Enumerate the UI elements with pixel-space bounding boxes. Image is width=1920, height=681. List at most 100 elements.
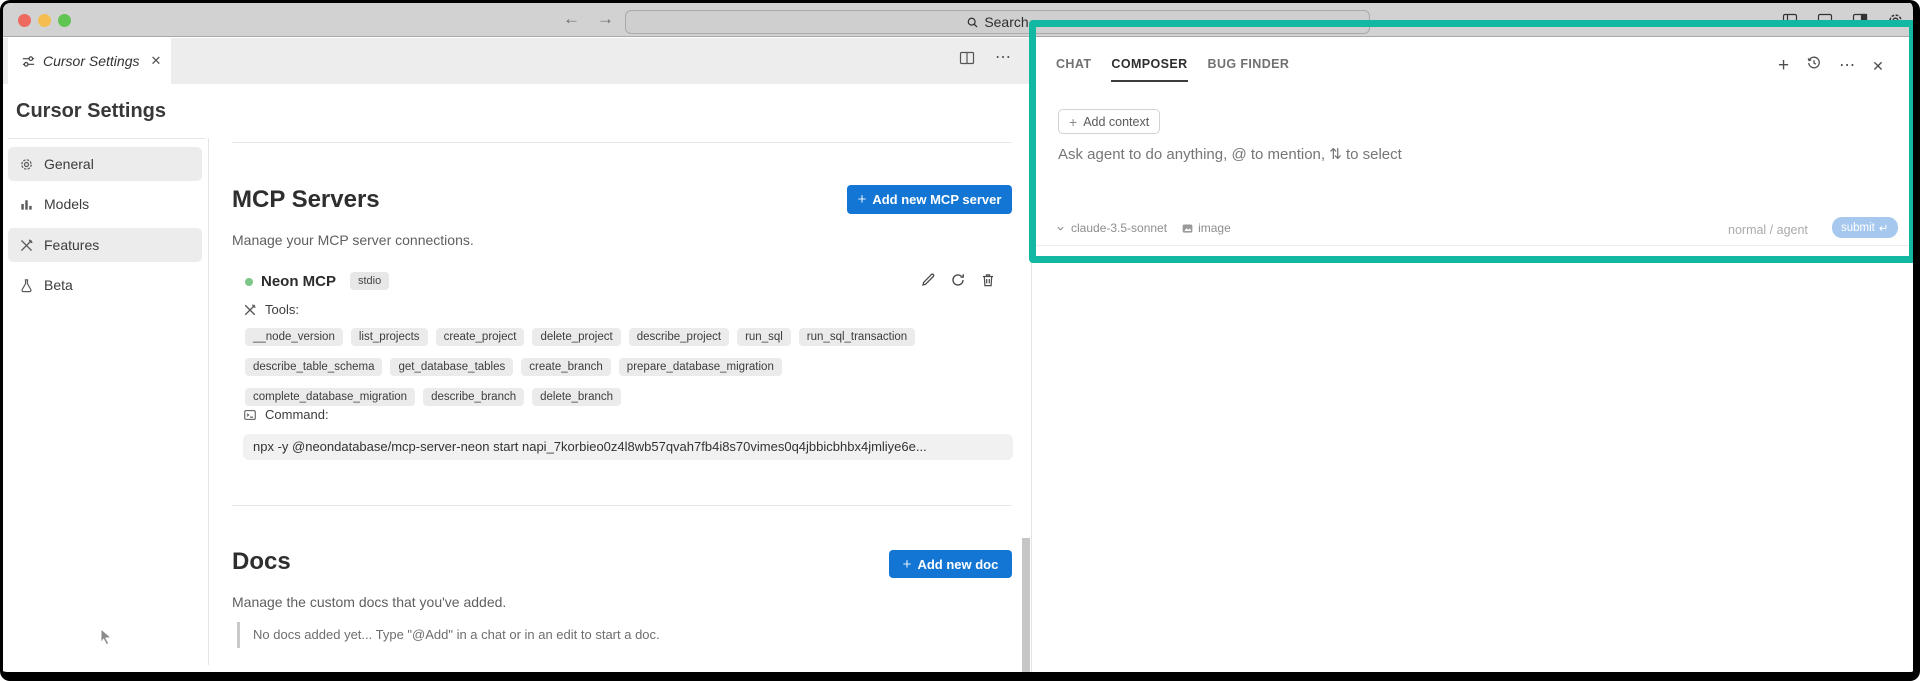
server-command-value: npx -y @neondatabase/mcp-server-neon sta…	[243, 434, 1013, 460]
add-doc-button[interactable]: + Add new doc	[889, 550, 1012, 578]
search-placeholder: Search	[984, 14, 1028, 30]
tab-label: Cursor Settings	[43, 53, 139, 69]
composer-panel	[1031, 38, 1913, 672]
history-icon[interactable]	[1806, 55, 1822, 76]
mcp-section-description: Manage your MCP server connections.	[232, 232, 474, 248]
add-mcp-server-button[interactable]: + Add new MCP server	[847, 185, 1012, 214]
new-chat-icon[interactable]: +	[1778, 58, 1789, 74]
image-icon	[1181, 222, 1194, 235]
add-context-button[interactable]: + Add context	[1058, 109, 1160, 134]
image-label: image	[1198, 221, 1231, 235]
composer-panel-actions: + ⋯ ✕	[1778, 55, 1884, 76]
tools-icon	[243, 303, 257, 317]
search-input[interactable]: Search	[625, 10, 1370, 34]
sidebar-item-general[interactable]: General	[8, 147, 202, 181]
server-type-badge: stdio	[350, 272, 389, 290]
sidebar-item-label: Features	[44, 237, 99, 253]
search-icon	[966, 16, 979, 29]
mouse-cursor-icon	[98, 628, 114, 651]
image-toggle[interactable]: image	[1181, 221, 1231, 235]
add-doc-label: Add new doc	[917, 557, 998, 572]
more-actions-icon[interactable]: ⋯	[995, 50, 1011, 71]
server-name: Neon MCP	[261, 273, 336, 290]
tool-tag: list_projects	[351, 328, 428, 346]
sidebar-item-label: General	[44, 156, 94, 172]
sidebar-item-models[interactable]: Models	[8, 187, 202, 221]
model-selector[interactable]: claude-3.5-sonnet image	[1056, 221, 1231, 235]
sidebar-item-features[interactable]: Features	[8, 228, 202, 262]
bar-chart-icon	[19, 197, 34, 212]
composer-tab-bar: CHAT COMPOSER BUG FINDER	[1056, 57, 1289, 82]
tools-label-row: Tools:	[243, 302, 299, 317]
tab-close-icon[interactable]: ✕	[150, 53, 161, 69]
chevron-down-icon	[1056, 224, 1065, 233]
tab-composer[interactable]: COMPOSER	[1111, 57, 1187, 82]
plus-icon: +	[858, 191, 867, 208]
back-icon[interactable]: ←	[563, 9, 580, 29]
return-key-icon: ↵	[1879, 221, 1889, 235]
forward-icon[interactable]: →	[597, 9, 614, 29]
editor-tab-bar: Cursor Settings ✕ ⋯	[3, 38, 1031, 84]
titlebar: ← → Search	[3, 3, 1913, 37]
editor-toolbar: ⋯	[959, 50, 1011, 71]
divider	[208, 138, 209, 665]
page-title: Cursor Settings	[16, 100, 166, 123]
tool-tag: __node_version	[245, 328, 343, 346]
plus-icon: +	[1069, 114, 1077, 130]
sidebar-item-label: Beta	[44, 277, 73, 293]
tool-tag: complete_database_migration	[245, 388, 415, 406]
gear-icon	[19, 157, 34, 172]
more-options-icon[interactable]: ⋯	[1839, 58, 1855, 74]
minimize-window-button[interactable]	[38, 14, 51, 27]
split-editor-icon[interactable]	[959, 50, 975, 71]
tool-tag: describe_branch	[423, 388, 524, 406]
delete-server-icon[interactable]	[980, 272, 996, 293]
tab-chat[interactable]: CHAT	[1056, 57, 1091, 82]
tool-tag: run_sql_transaction	[799, 328, 915, 346]
flask-icon	[19, 278, 34, 293]
sidebar-item-label: Models	[44, 196, 89, 212]
tool-tag: describe_project	[629, 328, 729, 346]
composer-input[interactable]: Ask agent to do anything, @ to mention, …	[1058, 145, 1402, 163]
command-label-row: Command:	[243, 407, 329, 422]
refresh-server-icon[interactable]	[950, 272, 966, 293]
tool-tag: create_project	[436, 328, 525, 346]
model-name: claude-3.5-sonnet	[1071, 221, 1167, 235]
mode-label[interactable]: normal / agent	[1728, 223, 1808, 237]
command-label: Command:	[265, 407, 329, 422]
submit-button[interactable]: submit ↵	[1832, 217, 1898, 238]
layout-panel-bottom-icon[interactable]	[1817, 12, 1833, 33]
app-window: ← → Search Cursor Settings ✕ ⋯	[0, 0, 1920, 681]
zoom-window-button[interactable]	[58, 14, 71, 27]
mcp-section-title: MCP Servers	[232, 186, 380, 214]
layout-panel-left-icon[interactable]	[1782, 12, 1798, 33]
settings-gear-icon[interactable]	[1887, 12, 1904, 34]
tool-tag: delete_project	[532, 328, 620, 346]
divider	[232, 142, 1012, 143]
sidebar-item-beta[interactable]: Beta	[8, 268, 202, 302]
close-window-button[interactable]	[18, 14, 31, 27]
tool-tag: run_sql	[737, 328, 791, 346]
tool-tag: delete_branch	[532, 388, 621, 406]
add-mcp-server-label: Add new MCP server	[872, 192, 1001, 207]
divider	[232, 505, 1012, 506]
tool-tag: get_database_tables	[390, 358, 513, 376]
add-context-label: Add context	[1083, 115, 1149, 129]
sliders-icon	[21, 54, 36, 69]
docs-section-description: Manage the custom docs that you've added…	[232, 594, 506, 610]
terminal-icon	[243, 408, 257, 422]
vertical-scrollbar[interactable]	[1022, 538, 1030, 678]
tab-bug-finder[interactable]: BUG FINDER	[1208, 57, 1290, 82]
tools-icon	[19, 238, 34, 253]
edit-server-icon[interactable]	[920, 272, 936, 293]
divider	[8, 138, 205, 139]
tab-cursor-settings[interactable]: Cursor Settings ✕	[8, 38, 171, 84]
tool-tag: prepare_database_migration	[619, 358, 782, 376]
server-status-dot	[245, 278, 253, 286]
close-panel-icon[interactable]: ✕	[1872, 58, 1884, 74]
layout-panel-right-icon[interactable]	[1852, 12, 1868, 33]
tools-label: Tools:	[265, 302, 299, 317]
tool-tag: describe_table_schema	[245, 358, 382, 376]
composer-input-divider	[1032, 245, 1910, 246]
tool-tag-list: __node_version list_projects create_proj…	[245, 328, 1015, 406]
